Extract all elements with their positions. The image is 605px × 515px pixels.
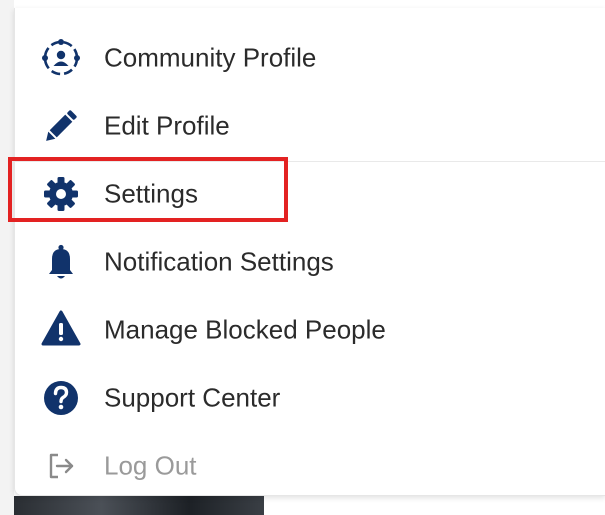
menu-item-label: Settings [104,178,198,209]
menu-item-manage-blocked-people[interactable]: Manage Blocked People [15,296,605,364]
menu-item-label: Community Profile [104,42,317,73]
warning-triangle-icon [35,304,87,356]
community-profile-icon [35,32,87,84]
menu-item-label: Notification Settings [104,246,334,277]
menu-item-edit-profile[interactable]: Edit Profile [15,92,605,160]
menu-item-label: Manage Blocked People [104,314,386,345]
menu-item-label: Edit Profile [104,110,230,141]
gear-icon [35,168,87,220]
menu-item-notification-settings[interactable]: Notification Settings [15,228,605,296]
menu-item-community-profile[interactable]: Community Profile [15,24,605,92]
menu-item-label: Support Center [104,382,281,413]
bell-icon [35,236,87,288]
menu-item-settings[interactable]: Settings [15,160,605,228]
menu-item-log-out[interactable]: Log Out [15,432,605,500]
logout-icon [35,440,87,492]
menu-item-support-center[interactable]: Support Center [15,364,605,432]
pencil-icon [35,100,87,152]
profile-dropdown-menu: Community Profile Edit Profile Settings … [14,8,605,496]
menu-divider [15,161,605,162]
question-circle-icon [35,372,87,424]
page-backdrop [0,0,14,515]
menu-item-label: Log Out [104,450,197,481]
